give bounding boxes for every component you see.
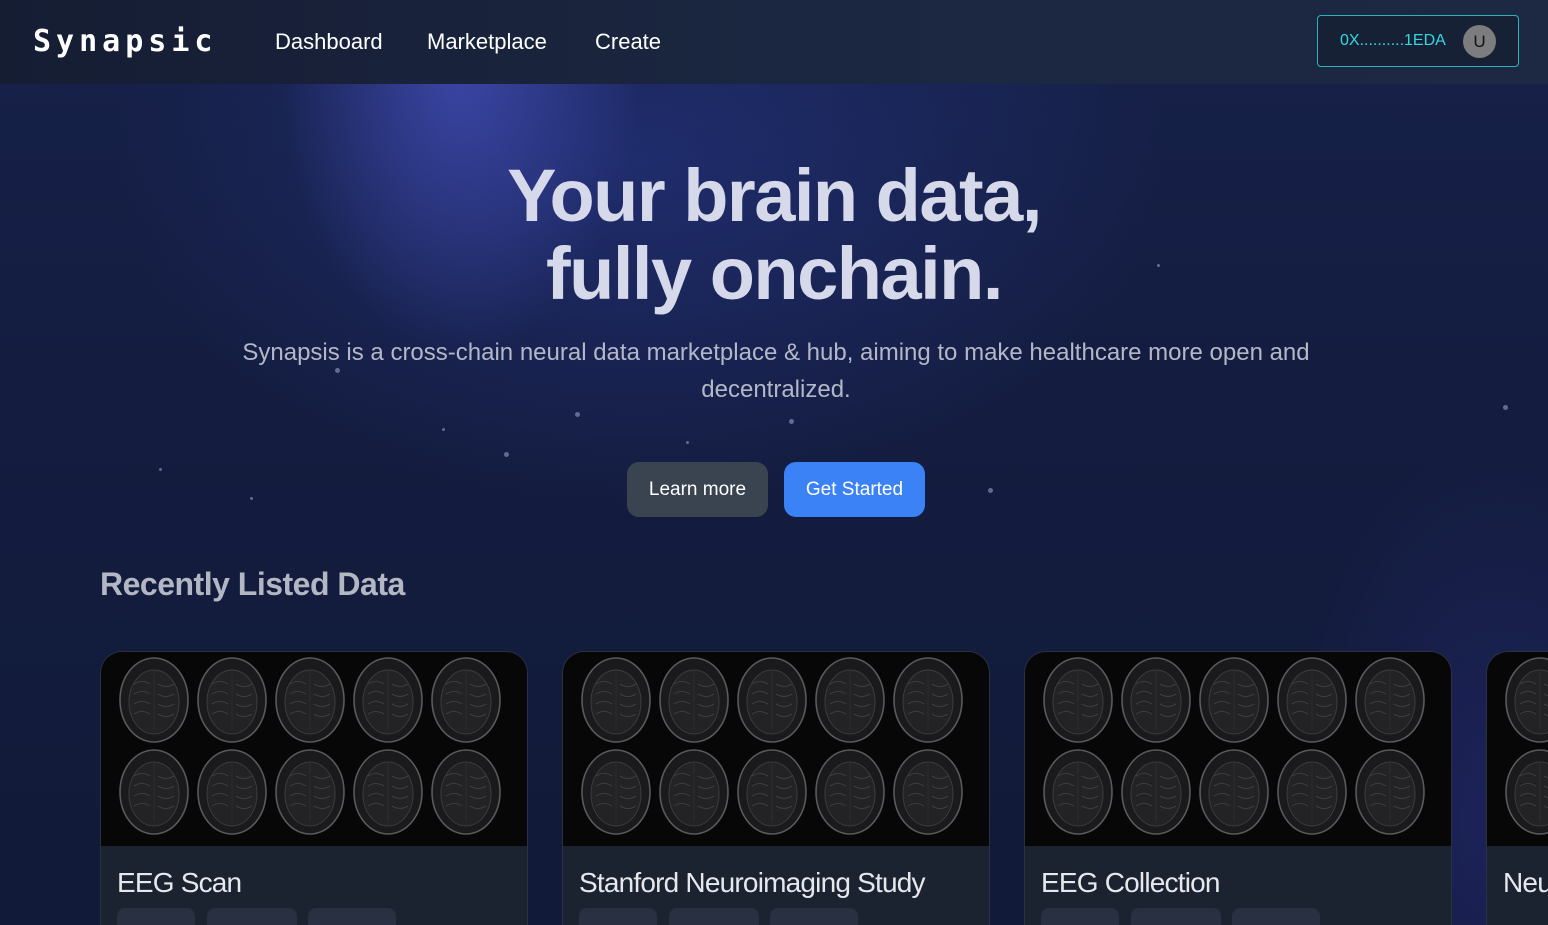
brain-slice-icon	[1277, 749, 1347, 835]
mri-slices	[581, 657, 963, 835]
nav-link-marketplace[interactable]: Marketplace	[427, 28, 547, 56]
data-card[interactable]: Stanford Neuroimaging Study	[562, 651, 990, 925]
user-avatar-icon[interactable]: U	[1463, 25, 1496, 58]
card-tag	[579, 908, 657, 925]
card-title: Stanford Neuroimaging Study	[579, 867, 926, 898]
top-navbar: Synapsic Dashboard Marketplace Create 0X…	[0, 0, 1548, 84]
brain-slice-icon	[197, 749, 267, 835]
brain-scan-image	[563, 652, 989, 846]
star-dot	[250, 497, 253, 500]
mri-slices	[1043, 657, 1425, 835]
card-tag	[207, 908, 297, 925]
data-card[interactable]: EEG Collection	[1024, 651, 1452, 925]
brain-slice-icon	[119, 657, 189, 743]
brain-slice-icon	[353, 749, 423, 835]
card-tag	[770, 908, 858, 925]
card-body: EEG Scan	[101, 846, 527, 925]
brain-slice-icon	[1121, 749, 1191, 835]
star-dot	[504, 452, 509, 457]
nav-link-dashboard[interactable]: Dashboard	[275, 28, 383, 56]
nav-link-create[interactable]: Create	[595, 28, 661, 56]
brain-slice-icon	[431, 749, 501, 835]
brain-slice-icon	[275, 657, 345, 743]
brain-slice-icon	[893, 749, 963, 835]
get-started-button[interactable]: Get Started	[784, 462, 925, 517]
card-tag	[669, 908, 759, 925]
star-dot	[1503, 405, 1508, 410]
brain-slice-icon	[1355, 657, 1425, 743]
card-tag	[1041, 908, 1119, 925]
wallet-address: 0X..........1EDA	[1340, 32, 1446, 49]
mri-slices	[1505, 657, 1548, 835]
brain-slice-icon	[737, 657, 807, 743]
brain-slice-icon	[659, 749, 729, 835]
data-card[interactable]: Neu	[1486, 651, 1548, 925]
wallet-button[interactable]: 0X..........1EDA U	[1317, 15, 1519, 67]
recently-listed-title: Recently Listed Data	[100, 566, 405, 602]
brain-slice-icon	[815, 657, 885, 743]
brain-slice-icon	[353, 657, 423, 743]
brain-slice-icon	[1199, 657, 1269, 743]
brain-slice-icon	[581, 657, 651, 743]
brand-logo[interactable]: Synapsic	[33, 22, 218, 62]
mri-slices	[119, 657, 501, 835]
hero-subtitle: Synapsis is a cross-chain neural data ma…	[242, 339, 1310, 403]
card-tag	[117, 908, 195, 925]
brain-slice-icon	[893, 657, 963, 743]
brain-slice-icon	[659, 657, 729, 743]
card-title: EEG Collection	[1041, 867, 1220, 898]
brain-scan-image	[101, 652, 527, 846]
card-body: EEG Collection	[1025, 846, 1451, 925]
brain-slice-icon	[197, 657, 267, 743]
card-tag	[1131, 908, 1221, 925]
card-title: EEG Scan	[117, 867, 242, 898]
brain-slice-icon	[1199, 749, 1269, 835]
hero-title-line-2: fully onchain.	[546, 232, 1003, 315]
star-dot	[789, 419, 794, 424]
brain-slice-icon	[1043, 657, 1113, 743]
star-dot	[575, 412, 580, 417]
brain-slice-icon	[1043, 749, 1113, 835]
card-title: Neu	[1503, 867, 1548, 898]
hero-title-line-1: Your brain data,	[507, 154, 1042, 237]
brain-slice-icon	[1505, 749, 1548, 835]
star-dot	[442, 428, 445, 431]
learn-more-button[interactable]: Learn more	[627, 462, 768, 517]
brain-slice-icon	[1121, 657, 1191, 743]
brain-slice-icon	[737, 749, 807, 835]
star-dot	[159, 468, 162, 471]
card-tag	[1232, 908, 1320, 925]
brain-scan-image	[1025, 652, 1451, 846]
card-body: Stanford Neuroimaging Study	[563, 846, 989, 925]
brain-slice-icon	[581, 749, 651, 835]
brain-slice-icon	[1355, 749, 1425, 835]
brain-slice-icon	[1505, 657, 1548, 743]
brain-slice-icon	[815, 749, 885, 835]
data-card[interactable]: EEG Scan	[100, 651, 528, 925]
brain-slice-icon	[275, 749, 345, 835]
brain-slice-icon	[431, 657, 501, 743]
brain-scan-image	[1487, 652, 1548, 846]
star-dot	[988, 488, 993, 493]
star-dot	[686, 441, 689, 444]
brain-slice-icon	[1277, 657, 1347, 743]
card-body: Neu	[1487, 846, 1548, 925]
hero-title: Your brain data, fully onchain.	[0, 157, 1548, 313]
brain-slice-icon	[119, 749, 189, 835]
card-tag	[308, 908, 396, 925]
